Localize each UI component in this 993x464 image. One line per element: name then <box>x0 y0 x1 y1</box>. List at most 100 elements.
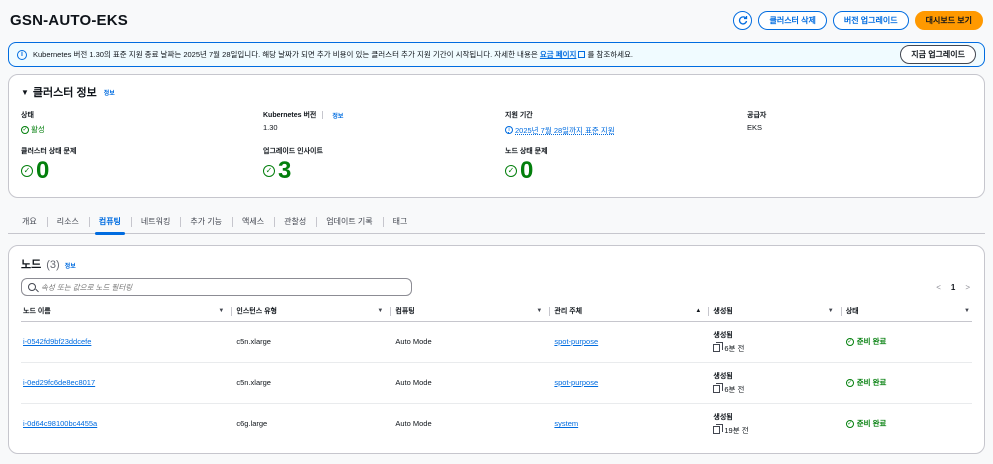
tab-compute[interactable]: 컴퓨팅 <box>88 210 131 235</box>
status-ready: ✓ 준비 완료 <box>845 336 886 347</box>
banner-text: Kubernetes 버전 1.30의 표준 지원 종료 날짜는 2025년 7… <box>33 49 894 60</box>
status-text: 준비 완료 <box>856 378 887 387</box>
k8s-info-link[interactable]: 정보 <box>332 111 343 120</box>
provider-value: EKS <box>747 123 763 132</box>
delete-cluster-button[interactable]: 클러스터 삭제 <box>758 10 827 30</box>
sort-up-icon[interactable]: ▲ <box>695 308 701 314</box>
cluster-health-count[interactable]: ✓ 0 <box>21 158 263 183</box>
nodes-table: 노드 이름 ▼ 인스턴스 유형 ▼ 컴퓨팅 ▼ 관리 주체 ▲ 생성됨 ▼ 상태 ▼ i-0… <box>21 302 972 444</box>
tab-addons[interactable]: 추가 기능 <box>180 210 232 234</box>
tab-bar: 개요 리소스 컴퓨팅 네트워킹 추가 기능 액세스 관찰성 업데이트 기록 태그 <box>8 210 985 235</box>
nodes-card: 노드 (3) 정보 < 1 > 노드 이름 ▼ 인스턴스 유형 ▼ <box>8 245 985 454</box>
search-box[interactable] <box>21 278 412 296</box>
node-name-link[interactable]: i-0d64c98100bc4455a <box>23 419 97 428</box>
status-value: ✓ 활성 <box>21 124 45 135</box>
status-ready: ✓ 준비 완료 <box>845 377 887 388</box>
created-label: 생성됨 <box>713 413 733 421</box>
nodes-title: 노드 <box>21 259 42 271</box>
compute-cell: Auto Mode <box>393 321 553 363</box>
banner-text-after: 를 참조하세요. <box>587 50 634 59</box>
provider-field: 공급자 EKS <box>747 110 967 136</box>
column-header-compute[interactable]: 컴퓨팅 ▼ <box>393 302 553 322</box>
column-label: 관리 주체 <box>554 308 583 316</box>
nodes-info-link[interactable]: 정보 <box>65 261 76 270</box>
tab-tags[interactable]: 태그 <box>382 210 418 234</box>
tab-observability[interactable]: 관찰성 <box>274 210 316 234</box>
support-period-text: 2025년 7월 28일까지 표준 지원 <box>515 125 615 135</box>
page: GSN-AUTO-EKS 클러스터 삭제 버전 업그레이드 대시보드 보기 i … <box>0 0 993 464</box>
created-time: 6분 전 <box>713 342 841 354</box>
support-period-link[interactable]: i 2025년 7월 28일까지 표준 지원 <box>505 125 615 136</box>
check-circle-icon: ✓ <box>505 164 517 177</box>
upgrade-insights-count[interactable]: ✓ 3 <box>263 158 505 183</box>
instance-type-cell: c5n.xlarge <box>234 321 394 363</box>
check-circle-icon: ✓ <box>845 378 854 387</box>
page-number[interactable]: 1 <box>951 283 955 292</box>
filter-row: < 1 > <box>21 278 972 296</box>
k8s-version-value: 1.30 <box>263 123 278 132</box>
pricing-link[interactable]: 요금 페이지 <box>540 50 577 59</box>
banner-text-before: Kubernetes 버전 1.30의 표준 지원 종료 날짜는 2025년 7… <box>33 50 540 59</box>
sort-down-icon[interactable]: ▼ <box>377 308 383 314</box>
caret-down-icon[interactable]: ▼ <box>21 88 29 97</box>
created-time: 6분 전 <box>713 383 841 395</box>
check-circle-icon: ✓ <box>21 164 33 177</box>
node-health-label: 노드 상태 문제 <box>505 147 548 155</box>
cluster-health-label: 클러스터 상태 문제 <box>21 147 77 155</box>
refresh-icon <box>738 16 748 25</box>
pagination: < 1 > <box>936 283 970 292</box>
column-label: 생성됨 <box>713 308 733 316</box>
column-label: 인스턴스 유형 <box>236 308 277 316</box>
column-header-node-name[interactable]: 노드 이름 ▼ <box>21 302 235 322</box>
cluster-info-header[interactable]: ▼ 클러스터 정보 정보 <box>21 84 972 100</box>
prev-page-button[interactable]: < <box>936 283 941 292</box>
copy-icon[interactable] <box>713 424 724 435</box>
page-header: GSN-AUTO-EKS 클러스터 삭제 버전 업그레이드 대시보드 보기 <box>8 0 985 40</box>
k8s-version-field: Kubernetes 버전 정보 1.30 <box>263 110 505 136</box>
check-circle-icon: ✓ <box>21 125 29 134</box>
tab-resources[interactable]: 리소스 <box>46 210 89 234</box>
column-header-managed-by[interactable]: 관리 주체 ▲ <box>552 302 712 322</box>
node-name-link[interactable]: i-0ed29fc6de8ec8017 <box>23 378 95 387</box>
tab-access[interactable]: 액세스 <box>232 210 274 234</box>
instance-type-cell: c6g.large <box>236 419 268 429</box>
column-divider <box>231 307 233 317</box>
info-circle-icon: i <box>505 126 513 134</box>
managed-by-link[interactable]: system <box>554 419 578 428</box>
view-dashboard-button[interactable]: 대시보드 보기 <box>914 10 983 30</box>
cluster-info-link[interactable]: 정보 <box>104 88 115 97</box>
column-header-created[interactable]: 생성됨 ▼ <box>711 302 844 322</box>
provider-label: 공급자 <box>747 112 767 119</box>
refresh-button[interactable] <box>733 10 753 30</box>
tab-overview[interactable]: 개요 <box>12 210 47 234</box>
column-header-status[interactable]: 상태 ▼ <box>843 302 972 322</box>
table-row: i-0542fd9bf23ddcefe c5n.xlarge Auto Mode… <box>21 321 972 363</box>
sort-down-icon[interactable]: ▼ <box>828 308 834 314</box>
created-time-text: 6분 전 <box>724 384 745 394</box>
copy-icon[interactable] <box>713 342 724 352</box>
column-header-instance-type[interactable]: 인스턴스 유형 ▼ <box>234 302 394 322</box>
node-name-link[interactable]: i-0542fd9bf23ddcefe <box>23 337 91 346</box>
tab-networking[interactable]: 네트워킹 <box>130 210 180 234</box>
tab-update-history[interactable]: 업데이트 기록 <box>316 210 382 234</box>
upgrade-now-button[interactable]: 지금 업그레이드 <box>900 45 976 64</box>
k8s-version-label-text: Kubernetes 버전 <box>263 112 317 119</box>
check-circle-icon: ✓ <box>845 419 854 428</box>
managed-by-link[interactable]: spot-purpose <box>554 337 598 346</box>
next-page-button[interactable]: > <box>965 283 970 292</box>
sort-down-icon[interactable]: ▼ <box>964 308 970 314</box>
sort-down-icon[interactable]: ▼ <box>218 308 224 314</box>
created-cell: 생성됨 19분 전 <box>711 403 843 444</box>
created-label: 생성됨 <box>713 372 733 380</box>
sort-down-icon[interactable]: ▼ <box>536 308 542 314</box>
managed-by-link[interactable]: spot-purpose <box>554 378 598 387</box>
table-row: i-0ed29fc6de8ec8017 c5n.xlarge Auto Mode… <box>21 362 972 404</box>
search-icon <box>28 283 36 291</box>
copy-icon[interactable] <box>713 383 724 393</box>
compute-cell: Auto Mode <box>395 419 432 429</box>
node-filter-input[interactable] <box>41 282 405 292</box>
node-health-count[interactable]: ✓ 0 <box>505 158 747 183</box>
upgrade-version-button[interactable]: 버전 업그레이드 <box>832 10 909 30</box>
cluster-info-grid: 상태 ✓ 활성 Kubernetes 버전 정보 1.30 지원 기간 i 20 <box>21 110 972 183</box>
table-row: i-0d64c98100bc4455a c6g.large Auto Mode … <box>21 403 972 444</box>
